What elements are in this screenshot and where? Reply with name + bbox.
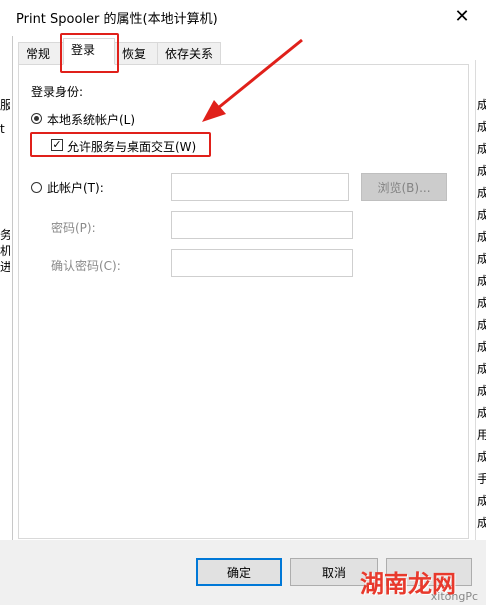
window-title: Print Spooler 的属性(本地计算机) [16, 12, 218, 27]
tab-recovery[interactable]: 恢复 [114, 42, 158, 64]
confirm-password-field[interactable] [171, 249, 353, 277]
this-account-radio[interactable] [31, 182, 42, 193]
local-system-label: 本地系统帐户(L) [47, 113, 136, 127]
checkbox-highlight-box [30, 132, 211, 157]
confirm-password-label: 确认密码(C): [51, 259, 121, 273]
logon-as-label: 登录身份: [31, 85, 84, 99]
close-button[interactable]: ✕ [446, 4, 478, 28]
tab-dependencies[interactable]: 依存关系 [157, 42, 221, 64]
this-account-label: 此帐户(T): [47, 181, 104, 195]
ok-button[interactable]: 确定 [196, 558, 282, 586]
watermark-small-text: xitongPc [430, 590, 478, 603]
watermark: 湖南龙网 xitongPc [358, 565, 486, 605]
browse-button[interactable]: 浏览(B)... [361, 173, 447, 201]
tab-strip: 常规 登录 恢复 依存关系 [18, 38, 468, 65]
title-bar: Print Spooler 的属性(本地计算机) ✕ [0, 0, 486, 34]
tab-general[interactable]: 常规 [18, 42, 64, 64]
tab-logon[interactable]: 登录 [63, 38, 115, 65]
local-system-radio[interactable] [31, 113, 42, 124]
close-icon: ✕ [454, 5, 470, 27]
password-field[interactable] [171, 211, 353, 239]
properties-dialog: Print Spooler 的属性(本地计算机) ✕ 常规 登录 恢复 依存关系… [0, 0, 486, 605]
password-label: 密码(P): [51, 221, 96, 235]
account-input[interactable] [171, 173, 349, 201]
